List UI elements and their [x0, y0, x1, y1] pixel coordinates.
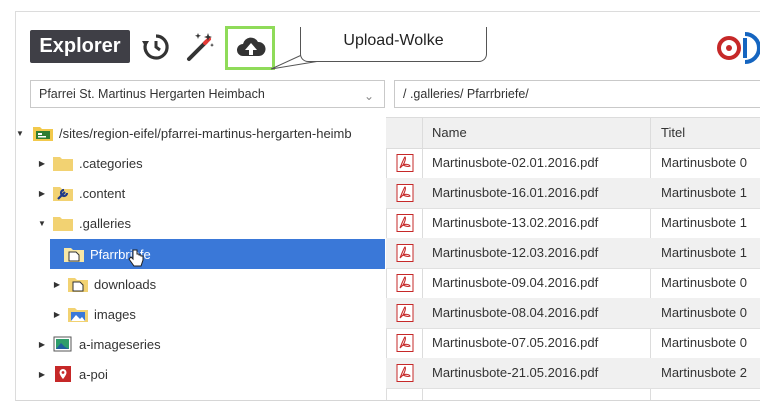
- file-table: Name Titel Martinusbote-02.01.2016.pdf Ma…: [386, 117, 760, 400]
- pdf-file-icon: [396, 154, 414, 172]
- explorer-button[interactable]: Explorer: [30, 30, 130, 63]
- tree-item-label: .categories: [79, 155, 143, 171]
- collapsed-arrow-icon[interactable]: ▶: [37, 370, 47, 379]
- poi-icon: [53, 366, 73, 382]
- history-icon[interactable]: [138, 30, 174, 64]
- tree-item-root[interactable]: ▼ /sites/region-eifel/pfarrei-martinus-h…: [15, 118, 385, 148]
- tree-item-categories[interactable]: ▶ .categories: [15, 148, 385, 178]
- file-title-cell: Martinusbote 0: [661, 275, 747, 290]
- tree-item-pfarrbriefe[interactable]: Pfarrbriefe: [50, 239, 385, 269]
- path-field-value: / .galleries/ Pfarrbriefe/: [403, 87, 529, 101]
- tree-item-label: images: [94, 306, 136, 322]
- file-name-cell: Martinusbote-09.04.2016.pdf: [432, 275, 599, 290]
- file-name-cell: Martinusbote-21.05.2016.pdf: [432, 365, 599, 380]
- file-name-cell: Martinusbote-12.03.2016.pdf: [432, 245, 599, 260]
- expanded-arrow-icon[interactable]: ▼: [37, 219, 47, 228]
- file-title-cell: Martinusbote 2: [661, 365, 747, 380]
- wrench-folder-icon: [53, 185, 73, 201]
- tree-item-label: /sites/region-eifel/pfarrei-martinus-her…: [59, 125, 352, 141]
- pdf-file-icon: [396, 334, 414, 352]
- collapsed-arrow-icon[interactable]: ▶: [37, 340, 47, 349]
- tree-item-poi[interactable]: ▶ a-poi: [15, 359, 385, 389]
- path-field[interactable]: / .galleries/ Pfarrbriefe/: [394, 80, 760, 108]
- tree-item-label: a-imageseries: [79, 336, 161, 352]
- pdf-file-icon: [396, 244, 414, 262]
- file-title-cell: Martinusbote 1: [661, 215, 747, 230]
- hand-cursor-icon: [128, 248, 144, 271]
- site-icon: [33, 125, 53, 141]
- file-name-cell: Martinusbote-02.01.2016.pdf: [432, 155, 599, 170]
- upload-button[interactable]: [225, 26, 275, 70]
- folder-icon: [53, 155, 73, 171]
- collapsed-arrow-icon[interactable]: ▶: [52, 310, 62, 319]
- file-name-cell: Martinusbote-08.04.2016.pdf: [432, 305, 599, 320]
- table-row[interactable]: Martinusbote-02.01.2016.pdf Martinusbote …: [386, 148, 760, 179]
- upload-callout: Upload-Wolke: [300, 27, 487, 62]
- pdf-file-icon: [396, 304, 414, 322]
- file-title-cell: Martinusbote 1: [661, 245, 747, 260]
- table-row[interactable]: Martinusbote-21.05.2016.pdf Martinusbote …: [386, 358, 760, 389]
- pdf-file-icon: [396, 184, 414, 202]
- tree-item-label: downloads: [94, 276, 157, 292]
- image-folder-icon: [68, 306, 88, 322]
- logo: [715, 28, 760, 68]
- table-row[interactable]: Martinusbote-16.01.2016.pdf Martinusbote …: [386, 178, 760, 209]
- column-header-name[interactable]: Name: [432, 118, 467, 148]
- file-title-cell: Martinusbote 0: [661, 155, 747, 170]
- file-title-cell: Martinusbote 1: [661, 185, 747, 200]
- tree-item-images[interactable]: ▶ images: [15, 299, 385, 329]
- table-row[interactable]: Martinusbote-12.03.2016.pdf Martinusbote …: [386, 238, 760, 269]
- tree-item-label: .galleries: [79, 215, 132, 231]
- file-name-cell: Martinusbote-13.02.2016.pdf: [432, 215, 599, 230]
- file-folder-icon: [68, 276, 88, 292]
- file-title-cell: Martinusbote 0: [661, 305, 747, 320]
- site-select[interactable]: Pfarrei St. Martinus Hergarten Heimbach …: [30, 80, 385, 108]
- tree-item-content[interactable]: ▶ .content: [15, 178, 385, 208]
- tree-item-imageseries[interactable]: ▶ a-imageseries: [15, 329, 385, 359]
- column-header-title[interactable]: Titel: [661, 118, 685, 148]
- table-row[interactable]: Martinusbote-09.04.2016.pdf Martinusbote …: [386, 268, 760, 299]
- tree-item-label: a-poi: [79, 366, 108, 382]
- pdf-file-icon: [396, 214, 414, 232]
- toolbar: Explorer Upload-Wolke: [30, 26, 760, 70]
- tree-item-label: .content: [79, 185, 126, 201]
- file-name-cell: Martinusbote-16.01.2016.pdf: [432, 185, 599, 200]
- expanded-arrow-icon[interactable]: ▼: [15, 129, 25, 138]
- tree-item-galleries[interactable]: ▼ .galleries: [15, 208, 385, 238]
- collapsed-arrow-icon[interactable]: ▶: [52, 280, 62, 289]
- folder-icon: [53, 215, 73, 231]
- pdf-file-icon: [396, 364, 414, 382]
- file-name-cell: Martinusbote-07.05.2016.pdf: [432, 335, 599, 350]
- site-select-value: Pfarrei St. Martinus Hergarten Heimbach: [39, 87, 265, 101]
- tree-item-downloads[interactable]: ▶ downloads: [15, 269, 385, 299]
- file-folder-icon: [64, 246, 84, 262]
- chevron-down-icon: ⌄: [363, 89, 374, 103]
- collapsed-arrow-icon[interactable]: ▶: [37, 159, 47, 168]
- table-header: Name Titel: [386, 117, 760, 149]
- table-row[interactable]: Martinusbote-07.05.2016.pdf Martinusbote …: [386, 328, 760, 359]
- table-row[interactable]: Martinusbote-13.02.2016.pdf Martinusbote …: [386, 208, 760, 239]
- pdf-file-icon: [396, 274, 414, 292]
- collapsed-arrow-icon[interactable]: ▶: [37, 189, 47, 198]
- cloud-upload-icon: [236, 34, 266, 67]
- folder-tree: ▼ /sites/region-eifel/pfarrei-martinus-h…: [15, 118, 385, 400]
- file-title-cell: Martinusbote 0: [661, 335, 747, 350]
- image-series-icon: [53, 336, 73, 352]
- table-row[interactable]: Martinusbote-08.04.2016.pdf Martinusbote …: [386, 298, 760, 329]
- magic-wand-icon[interactable]: [182, 30, 218, 64]
